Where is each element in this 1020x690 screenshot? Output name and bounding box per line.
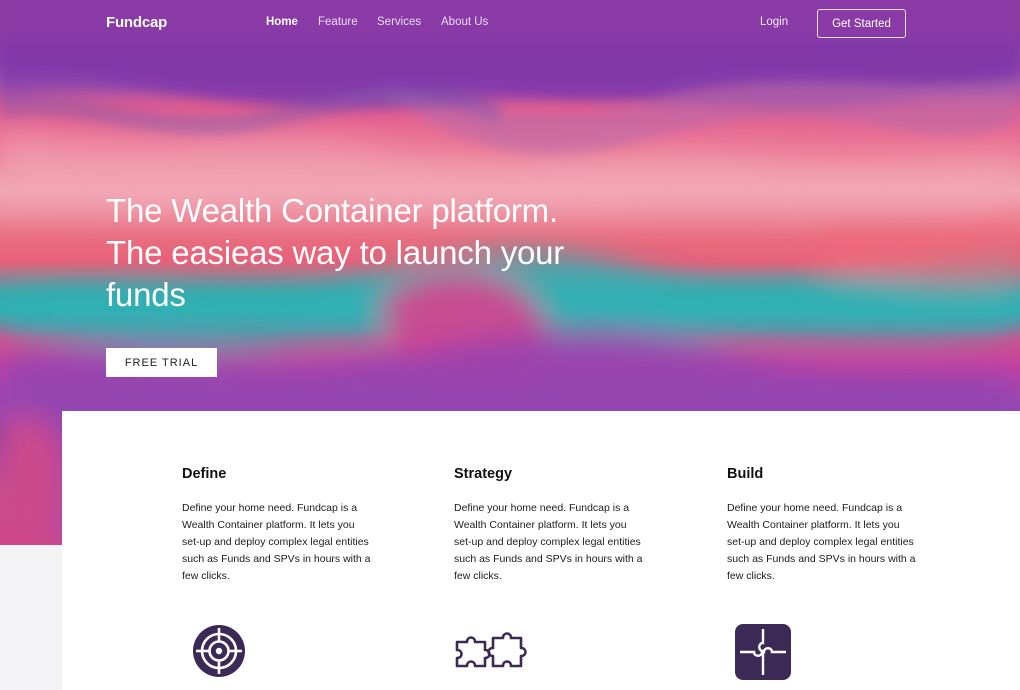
- brand-logo[interactable]: Fundcap: [106, 14, 167, 31]
- feature-card-define: Define Define your home need. Fundcap is…: [182, 466, 372, 585]
- feature-description: Define your home need. Fundcap is a Weal…: [454, 502, 643, 582]
- nav-link-home[interactable]: Home: [266, 16, 298, 28]
- hero-headline: The Wealth Container platform. The easie…: [106, 192, 565, 313]
- login-link[interactable]: Login: [760, 16, 788, 28]
- feature-title: Strategy: [454, 466, 513, 482]
- top-navigation: Fundcap Home Feature Services About Us L…: [0, 0, 1020, 48]
- feature-card-build: Build Define your home need. Fundcap is …: [727, 466, 917, 585]
- puzzle-block-icon: [735, 624, 791, 680]
- get-started-button[interactable]: Get Started: [817, 9, 906, 38]
- nav-link-about-us[interactable]: About Us: [441, 16, 488, 28]
- features-section: Define Define your home need. Fundcap is…: [62, 411, 1020, 690]
- feature-description: Define your home need. Fundcap is a Weal…: [727, 502, 916, 582]
- nav-link-feature[interactable]: Feature: [318, 16, 358, 28]
- puzzle-pieces-icon: [455, 632, 527, 668]
- target-icon: [193, 625, 245, 677]
- feature-card-strategy: Strategy Define your home need. Fundcap …: [454, 466, 644, 585]
- free-trial-button[interactable]: FREE TRIAL: [106, 348, 217, 377]
- feature-title: Define: [182, 466, 227, 482]
- feature-description: Define your home need. Fundcap is a Weal…: [182, 502, 371, 582]
- feature-title: Build: [727, 466, 764, 482]
- nav-link-services[interactable]: Services: [377, 16, 421, 28]
